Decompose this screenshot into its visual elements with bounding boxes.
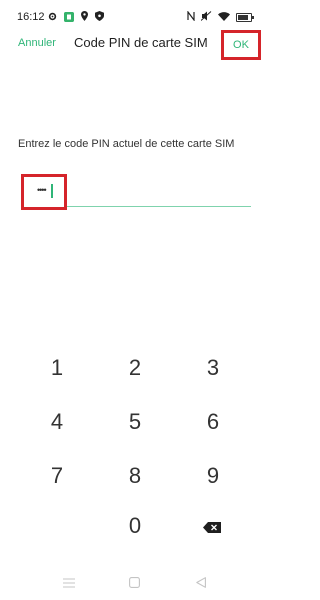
battery-icon	[236, 12, 254, 22]
menu-icon[interactable]	[63, 575, 75, 593]
mute-icon	[200, 11, 212, 23]
key-1[interactable]: 1	[27, 348, 87, 388]
key-6[interactable]: 6	[183, 402, 243, 442]
pin-input-underline	[67, 206, 251, 207]
location-icon	[81, 11, 88, 23]
shield-icon	[95, 11, 104, 23]
text-cursor	[51, 184, 53, 198]
key-0[interactable]: 0	[105, 506, 165, 546]
status-icons-right	[187, 10, 254, 23]
pin-input[interactable]: ••••	[21, 174, 67, 210]
status-bar: 16:12	[0, 0, 270, 30]
key-8[interactable]: 8	[105, 456, 165, 496]
status-icons-left	[48, 11, 104, 23]
key-5[interactable]: 5	[105, 402, 165, 442]
key-3[interactable]: 3	[183, 348, 243, 388]
gear-icon	[48, 12, 57, 23]
key-4[interactable]: 4	[27, 402, 87, 442]
key-7[interactable]: 7	[27, 456, 87, 496]
back-icon[interactable]	[196, 575, 206, 593]
key-9[interactable]: 9	[183, 456, 243, 496]
home-icon[interactable]	[129, 575, 140, 593]
ok-button[interactable]: OK	[221, 30, 261, 60]
key-2[interactable]: 2	[105, 348, 165, 388]
nfc-icon	[187, 10, 195, 23]
page-title: Code PIN de carte SIM	[74, 35, 208, 50]
cancel-button[interactable]: Annuler	[18, 37, 56, 49]
wifi-icon	[218, 11, 230, 23]
app-notification-icon	[64, 12, 74, 22]
navigation-bar	[0, 566, 270, 600]
backspace-icon[interactable]	[203, 520, 221, 533]
pin-masked-value: ••••	[37, 185, 47, 195]
status-time: 16:12	[17, 11, 45, 23]
instruction-text: Entrez le code PIN actuel de cette carte…	[18, 138, 235, 150]
